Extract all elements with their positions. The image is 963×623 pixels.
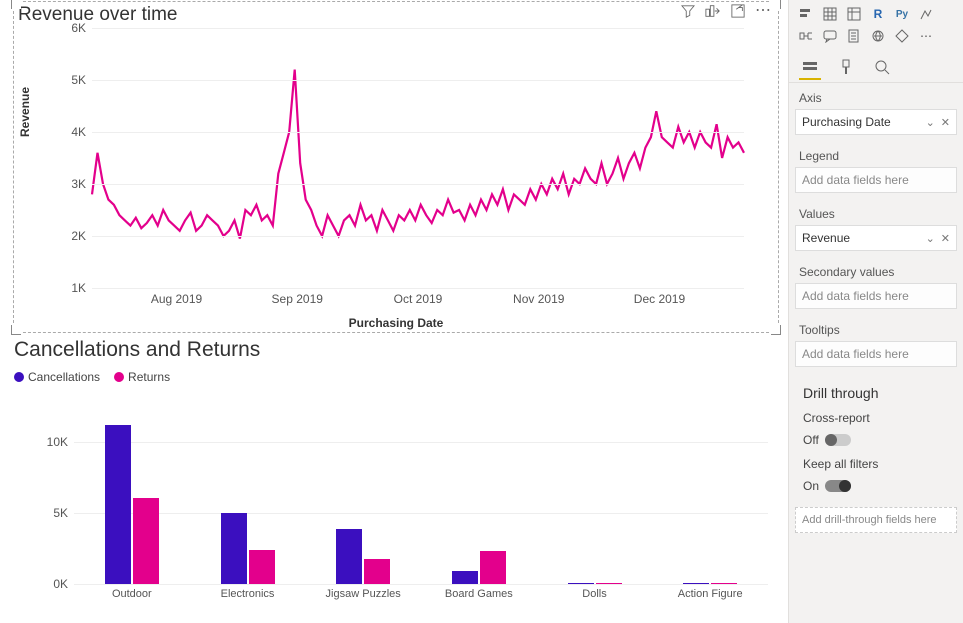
line-chart-title: Revenue over time — [14, 2, 778, 26]
gallery-key-influencers-icon[interactable] — [915, 4, 937, 24]
gallery-table-icon[interactable] — [819, 4, 841, 24]
gallery-arcgis-icon[interactable] — [867, 26, 889, 46]
axis-field-name: Purchasing Date — [802, 115, 891, 129]
bar-group — [567, 583, 623, 584]
y-tick: 3K — [71, 177, 86, 191]
legend-swatch-returns — [114, 372, 124, 382]
gallery-decomposition-icon[interactable] — [795, 26, 817, 46]
resize-handle-tl[interactable] — [11, 0, 21, 9]
x-tick: Dolls — [582, 588, 606, 600]
y-tick: 6K — [71, 21, 86, 35]
x-tick: Board Games — [445, 588, 513, 600]
chevron-down-icon[interactable]: ⌄ — [926, 232, 935, 245]
gallery-matrix-icon[interactable] — [843, 4, 865, 24]
gallery-more-icon[interactable]: ⋯ — [915, 26, 937, 46]
more-options-icon[interactable]: ⋯ — [755, 7, 772, 15]
bar-returns[interactable] — [249, 550, 275, 584]
bar-legend: Cancellations Returns — [14, 370, 778, 384]
bar-returns[interactable] — [711, 583, 737, 584]
gallery-paginated-icon[interactable] — [843, 26, 865, 46]
visualizations-pane: R Py ⋯ Axis Purchasing Date ⌄ ✕ Legend Ad… — [788, 0, 963, 623]
bar-cancellations[interactable] — [683, 583, 709, 584]
secondary-section-label: Secondary values — [789, 257, 963, 283]
gallery-py-visual-icon[interactable]: Py — [891, 4, 913, 24]
axis-section-label: Axis — [789, 83, 963, 109]
y-tick: 10K — [47, 435, 68, 449]
y-tick: 0K — [53, 577, 68, 591]
x-tick: Jigsaw Puzzles — [326, 588, 401, 600]
y-tick: 2K — [71, 229, 86, 243]
filter-icon[interactable] — [681, 4, 695, 18]
y-tick: 1K — [71, 281, 86, 295]
resize-handle-tr[interactable] — [771, 0, 781, 9]
cancellations-bar-chart[interactable]: Cancellations and Returns Cancellations … — [14, 338, 778, 608]
x-axis-label: Purchasing Date — [349, 316, 444, 330]
cross-report-toggle[interactable]: Off — [803, 433, 953, 447]
drill-through-well[interactable]: Add drill-through fields here — [795, 507, 957, 533]
fields-tab[interactable] — [799, 56, 821, 80]
remove-field-icon[interactable]: ✕ — [941, 232, 950, 245]
legend-field-well[interactable]: Add data fields here — [795, 167, 957, 193]
tooltips-field-well[interactable]: Add data fields here — [795, 341, 957, 367]
bar-group — [451, 551, 507, 584]
gallery-qna-icon[interactable] — [819, 26, 841, 46]
bar-group — [682, 583, 738, 584]
values-field-name: Revenue — [802, 231, 850, 245]
secondary-field-well[interactable]: Add data fields here — [795, 283, 957, 309]
revenue-line-chart[interactable]: Revenue over time ⋯ Revenue Purchasing D… — [14, 2, 778, 332]
bar-plot-area: 0K5K10KOutdoorElectronicsJigsaw PuzzlesB… — [74, 414, 768, 584]
values-section-label: Values — [789, 199, 963, 225]
gallery-r-visual-icon[interactable]: R — [867, 4, 889, 24]
bar-group — [104, 425, 160, 584]
x-tick: Oct 2019 — [394, 292, 443, 306]
gallery-clustered-bar-icon[interactable] — [795, 4, 817, 24]
drill-through-title: Drill through — [789, 373, 963, 407]
analytics-tab[interactable] — [871, 56, 893, 80]
bar-returns[interactable] — [480, 551, 506, 584]
bar-cancellations[interactable] — [452, 571, 478, 584]
bar-cancellations[interactable] — [568, 583, 594, 584]
gallery-powerapps-icon[interactable] — [891, 26, 913, 46]
bar-returns[interactable] — [133, 498, 159, 584]
legend-label-returns: Returns — [128, 370, 170, 384]
x-tick: Aug 2019 — [151, 292, 202, 306]
focus-mode-icon[interactable] — [731, 4, 745, 18]
y-tick: 5K — [53, 506, 68, 520]
keep-filters-label: Keep all filters — [803, 457, 953, 471]
format-tab[interactable] — [835, 56, 857, 80]
line-plot-area: 1K2K3K4K5K6KAug 2019Sep 2019Oct 2019Nov … — [92, 28, 744, 288]
bar-returns[interactable] — [364, 559, 390, 585]
sort-icon[interactable] — [705, 4, 721, 18]
bar-returns[interactable] — [596, 583, 622, 584]
x-tick: Action Figure — [678, 588, 743, 600]
bar-cancellations[interactable] — [336, 529, 362, 584]
resize-handle-bl[interactable] — [11, 325, 21, 335]
remove-field-icon[interactable]: ✕ — [941, 116, 950, 129]
bar-chart-title: Cancellations and Returns — [14, 338, 778, 362]
keep-filters-toggle[interactable]: On — [803, 479, 953, 493]
bar-group — [335, 529, 391, 584]
legend-section-label: Legend — [789, 141, 963, 167]
legend-swatch-cancellations — [14, 372, 24, 382]
axis-field-well[interactable]: Purchasing Date ⌄ ✕ — [795, 109, 957, 135]
chevron-down-icon[interactable]: ⌄ — [926, 116, 935, 129]
visual-gallery: R Py ⋯ — [789, 0, 963, 50]
x-tick: Electronics — [221, 588, 275, 600]
x-tick: Nov 2019 — [513, 292, 564, 306]
x-tick: Sep 2019 — [272, 292, 323, 306]
bar-group — [220, 513, 276, 584]
resize-handle-br[interactable] — [771, 325, 781, 335]
bar-cancellations[interactable] — [105, 425, 131, 584]
y-axis-label: Revenue — [18, 87, 32, 137]
values-field-well[interactable]: Revenue ⌄ ✕ — [795, 225, 957, 251]
cross-report-label: Cross-report — [803, 411, 953, 425]
y-tick: 4K — [71, 125, 86, 139]
x-tick: Outdoor — [112, 588, 152, 600]
legend-label-cancellations: Cancellations — [28, 370, 100, 384]
y-tick: 5K — [71, 73, 86, 87]
x-tick: Dec 2019 — [634, 292, 685, 306]
pane-tabs — [789, 50, 963, 83]
tooltips-section-label: Tooltips — [789, 315, 963, 341]
bar-cancellations[interactable] — [221, 513, 247, 584]
